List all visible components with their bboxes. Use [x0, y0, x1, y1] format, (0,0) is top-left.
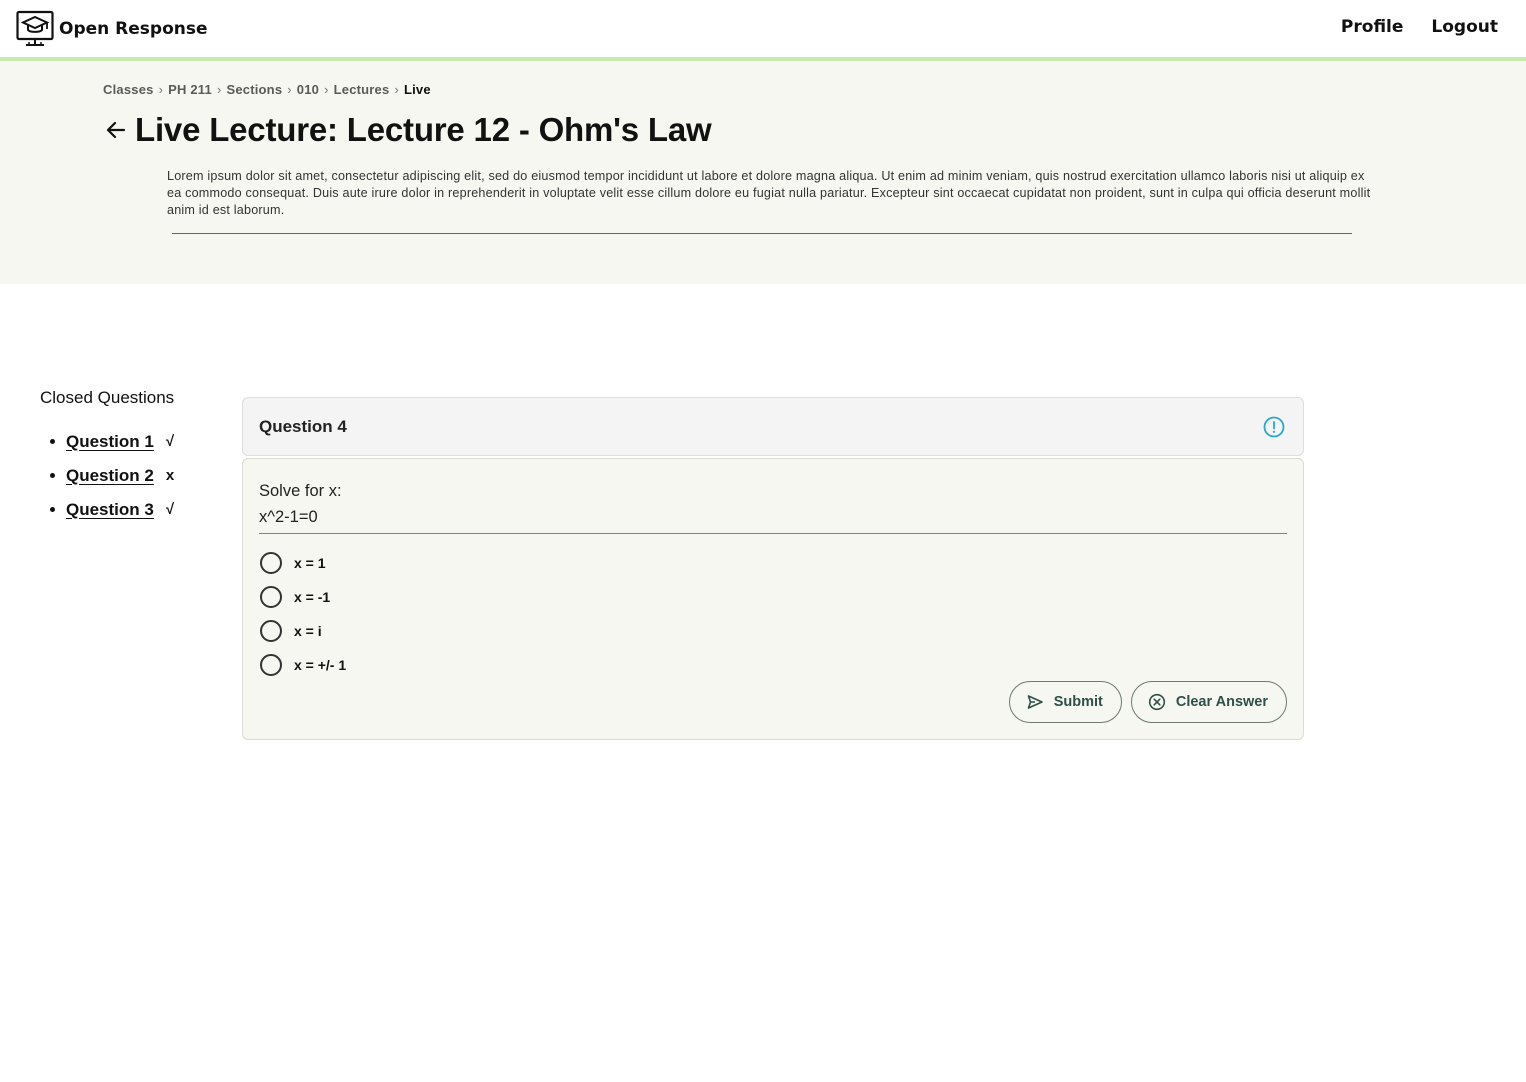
breadcrumb-class[interactable]: PH 211: [168, 82, 212, 97]
prompt-line-2: x^2-1=0: [259, 508, 318, 526]
question-prompt: Solve for x: x^2-1=0: [259, 478, 342, 530]
answer-option-4[interactable]: x = +/- 1: [260, 648, 346, 682]
closed-questions-list: Question 1 √ Question 2 x Question 3 √: [40, 422, 230, 529]
list-item: Question 3 √: [50, 490, 230, 529]
breadcrumb-sections[interactable]: Sections: [226, 82, 282, 97]
clear-answer-button[interactable]: Clear Answer: [1130, 681, 1287, 723]
question-link-3[interactable]: Question 3: [66, 500, 154, 520]
send-icon: [1027, 695, 1043, 709]
option-label: x = 1: [294, 555, 326, 571]
breadcrumb: Classes › PH 211 › Sections › 010 › Lect…: [103, 82, 431, 97]
breadcrumb-separator: ›: [158, 82, 164, 97]
breadcrumb-section[interactable]: 010: [297, 82, 319, 97]
option-label: x = i: [294, 623, 322, 639]
submit-button[interactable]: Submit: [1008, 681, 1122, 723]
breadcrumb-separator: ›: [287, 82, 292, 97]
breadcrumb-separator: ›: [216, 82, 222, 97]
lecture-header: Classes › PH 211 › Sections › 010 › Lect…: [0, 61, 1526, 284]
divider: [259, 533, 1287, 534]
bullet: [50, 439, 55, 444]
answer-option-1[interactable]: x = 1: [260, 546, 346, 580]
divider: [172, 233, 1352, 234]
bullet: [50, 507, 55, 512]
alert-circle-icon[interactable]: [1263, 416, 1285, 438]
answer-option-3[interactable]: x = i: [260, 614, 346, 648]
question-link-2[interactable]: Question 2: [66, 466, 154, 486]
nav-links: Profile Logout: [1341, 17, 1498, 37]
breadcrumb-lectures[interactable]: Lectures: [334, 82, 390, 97]
breadcrumb-separator: ›: [394, 82, 399, 97]
profile-link[interactable]: Profile: [1341, 17, 1403, 37]
question-link-1[interactable]: Question 1: [66, 432, 154, 452]
app-name: Open Response: [59, 19, 208, 39]
radio-button[interactable]: [260, 654, 282, 676]
incorrect-mark: x: [165, 467, 175, 484]
radio-button[interactable]: [260, 586, 282, 608]
title-row: Live Lecture: Lecture 12 - Ohm's Law: [104, 111, 712, 149]
answer-options: x = 1 x = -1 x = i x = +/- 1: [260, 546, 346, 682]
brand[interactable]: Open Response: [16, 10, 208, 48]
question-title: Question 4: [259, 417, 347, 436]
closed-questions-sidebar: Closed Questions Question 1 √ Question 2…: [40, 388, 230, 529]
page-title: Live Lecture: Lecture 12 - Ohm's Law: [135, 111, 712, 148]
top-nav: Open Response Profile Logout: [0, 0, 1526, 61]
radio-button[interactable]: [260, 620, 282, 642]
correct-mark: √: [165, 433, 175, 450]
sidebar-title: Closed Questions: [40, 388, 175, 407]
option-label: x = -1: [294, 589, 331, 605]
radio-button[interactable]: [260, 552, 282, 574]
option-label: x = +/- 1: [294, 657, 347, 673]
graduation-monitor-icon: [16, 10, 54, 46]
arrow-left-icon[interactable]: [104, 118, 128, 142]
correct-mark: √: [165, 501, 175, 518]
logout-link[interactable]: Logout: [1431, 17, 1498, 37]
breadcrumb-separator: ›: [324, 82, 329, 97]
lecture-description: Lorem ipsum dolor sit amet, consectetur …: [167, 169, 1371, 217]
breadcrumb-classes[interactable]: Classes: [103, 82, 154, 97]
question-body: Solve for x: x^2-1=0 x = 1 x = -1 x = i …: [242, 458, 1304, 740]
submit-label: Submit: [1053, 694, 1103, 710]
breadcrumb-current: Live: [403, 82, 431, 97]
answer-actions: Submit Clear Answer: [1008, 681, 1287, 723]
bullet: [50, 473, 55, 478]
clear-answer-label: Clear Answer: [1175, 694, 1268, 710]
answer-option-2[interactable]: x = -1: [260, 580, 346, 614]
cancel-circle-icon: [1148, 693, 1165, 711]
question-header[interactable]: Question 4: [242, 397, 1304, 456]
prompt-line-1: Solve for x:: [259, 482, 342, 500]
